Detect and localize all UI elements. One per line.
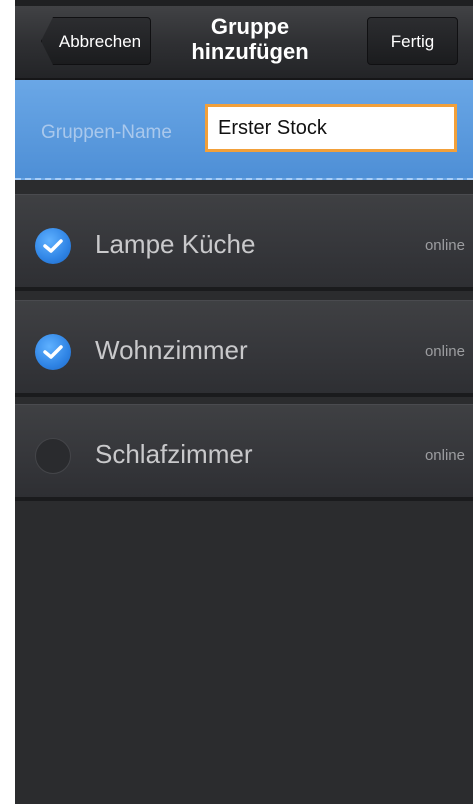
- app-screen: Abbrechen Gruppe hinzufügen Fertig Grupp…: [15, 0, 473, 804]
- page-title-line2: hinzufügen: [191, 39, 309, 64]
- device-name: Schlafzimmer: [95, 439, 253, 469]
- page-title: Gruppe hinzufügen: [165, 14, 335, 64]
- device-status: online: [424, 237, 465, 254]
- device-status: online: [424, 447, 465, 464]
- checkbox-checked-icon[interactable]: [35, 334, 71, 370]
- device-status: online: [424, 343, 465, 360]
- group-name-input[interactable]: [205, 104, 457, 152]
- list-item[interactable]: Schlafzimmer online: [15, 404, 473, 497]
- list-item[interactable]: Wohnzimmer online: [15, 300, 473, 393]
- list-item[interactable]: Lampe Küche online: [15, 194, 473, 287]
- page-title-line1: Gruppe: [210, 14, 290, 39]
- device-name: Wohnzimmer: [95, 335, 248, 365]
- device-name: Lampe Küche: [95, 229, 256, 259]
- checkbox-unchecked-icon[interactable]: [35, 438, 71, 474]
- group-name-bar: Gruppen-Name: [15, 80, 473, 180]
- header-bar: Abbrechen Gruppe hinzufügen Fertig: [15, 0, 473, 80]
- done-button[interactable]: Fertig: [367, 17, 458, 65]
- cancel-button[interactable]: Abbrechen: [41, 17, 151, 65]
- checkbox-checked-icon[interactable]: [35, 228, 71, 264]
- group-name-label: Gruppen-Name: [41, 122, 172, 143]
